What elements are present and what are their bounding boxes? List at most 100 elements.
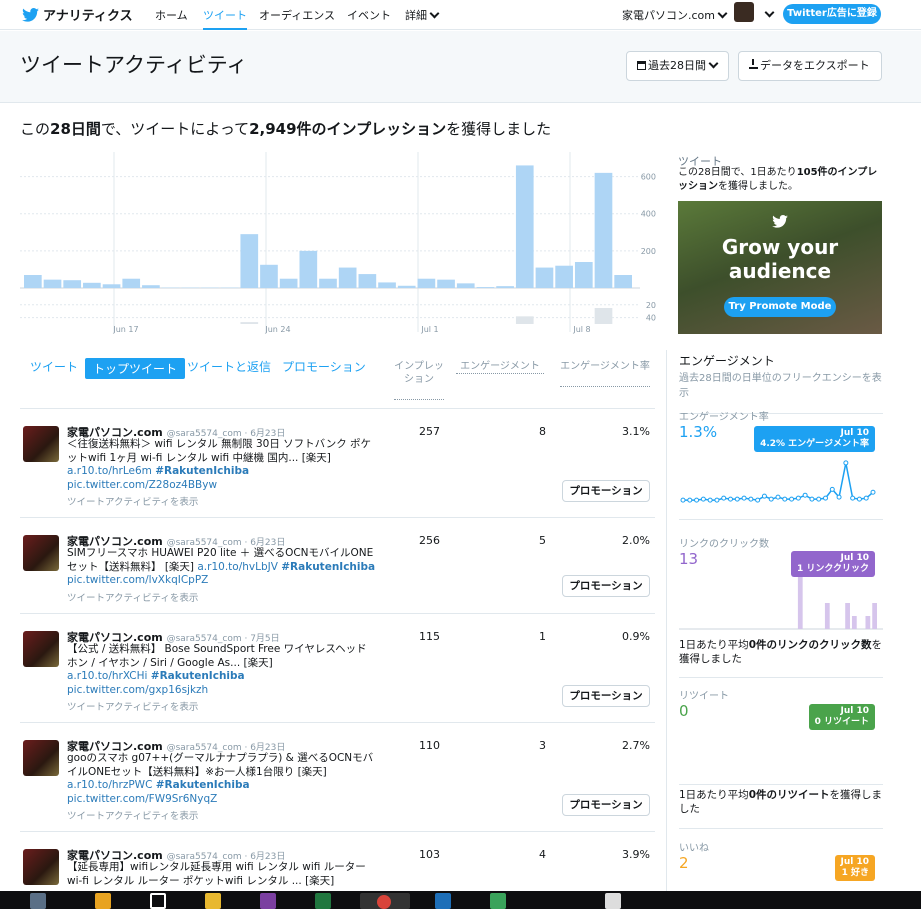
analytics-brand[interactable]: アナリティクス (22, 5, 133, 24)
tweet-hashtag[interactable]: #RakutenIchiba (156, 779, 250, 791)
summary-mid: で、ツイートによって (100, 120, 250, 138)
tweet-link[interactable]: a.r10.to/hrLe6m (67, 465, 152, 477)
nav-home[interactable]: ホーム (155, 7, 188, 23)
view-tweet-activity-link[interactable]: ツイートアクティビティを表示 (67, 590, 198, 604)
view-tweet-activity-link[interactable]: ツイートアクティビティを表示 (67, 699, 198, 713)
retweets-desc: 1日あたり平均0件のリツイートを獲得しました (679, 788, 883, 816)
promote-button[interactable]: プロモーション (562, 480, 650, 502)
account-switcher[interactable]: 家電パソコン.com (622, 7, 728, 23)
excel-icon[interactable] (315, 893, 331, 909)
tweet-hashtag[interactable]: #RakutenIchiba (155, 465, 249, 477)
app-icon[interactable] (30, 893, 46, 909)
engagement-rate-point (714, 497, 720, 503)
link-click-bar (797, 577, 803, 629)
nav-audience[interactable]: オーディエンス (259, 7, 335, 23)
likes-label: いいね (679, 843, 709, 854)
tweet-row[interactable]: 家電パソコン.com @sara5574_com · 6月23日 gooのスマホ… (20, 723, 655, 832)
engagement-rate-point (789, 496, 795, 502)
promote-button[interactable]: プロモーション (562, 794, 650, 816)
twitter-ads-signup-button[interactable]: Twitter広告に登録 (783, 4, 881, 24)
tweet-row[interactable]: 家電パソコン.com @sara5574_com · 6月23日 SIMフリース… (20, 518, 655, 614)
engagement-rate-point (748, 496, 754, 502)
impressions-bar (240, 234, 259, 288)
try-promote-mode-button[interactable]: Try Promote Mode (724, 297, 836, 317)
engagement-rate-label: エンゲージメント率 (679, 412, 769, 423)
app-icon[interactable] (95, 893, 111, 909)
tweet-hashtag[interactable]: #RakutenIchiba (151, 670, 245, 682)
user-avatar[interactable] (734, 2, 754, 22)
column-impressions[interactable]: インプレッション (394, 360, 444, 400)
onenote-icon[interactable] (260, 893, 276, 909)
link-click-bar (851, 616, 857, 629)
link-clicks-card[interactable]: リンクのクリック数 13 Jul 10 1 リンククリック (679, 535, 883, 635)
engagement-title: エンゲージメント (679, 354, 775, 368)
impressions-bar (456, 283, 475, 288)
app-icon[interactable] (605, 893, 621, 909)
promo-title: Grow your audience (678, 235, 882, 283)
app-icon[interactable] (490, 893, 506, 909)
view-tweet-activity-link[interactable]: ツイートアクティビティを表示 (67, 808, 198, 822)
tweet-hashtag[interactable]: #RakutenIchiba (281, 561, 375, 573)
tweet-engagements: 4 (539, 848, 546, 861)
tweet-link[interactable]: a.r10.to/hvLbJV (197, 561, 278, 573)
tab-promotions[interactable]: プロモーション (282, 358, 366, 375)
view-tweet-activity-link[interactable]: ツイートアクティビティを表示 (67, 494, 198, 508)
tab-tweets[interactable]: ツイート (30, 358, 78, 375)
engagement-rate-point (734, 496, 740, 502)
badge-text: 0 リツイート (814, 717, 869, 727)
tweet-pic-link[interactable]: pic.twitter.com/Z28oz4BByw (67, 479, 217, 491)
impressions-bar (122, 278, 141, 288)
retweets-tooltip: Jul 10 0 リツイート (808, 704, 875, 730)
tweet-text: SIMフリースマホ HUAWEI P20 lite ＋ 選べるOCNモバイルON… (67, 547, 377, 588)
impressions-bar (24, 275, 42, 288)
chevron-down-icon[interactable] (764, 7, 775, 18)
app-icon[interactable] (150, 893, 166, 909)
chrome-icon[interactable] (360, 893, 410, 909)
impressions-bar (574, 262, 593, 288)
nav-tweets[interactable]: ツイート (203, 7, 247, 30)
tweet-row[interactable]: 家電パソコン.com @sara5574_com · 7月5日 【公式 / 送料… (20, 614, 655, 723)
tweet-avatar[interactable] (23, 740, 59, 776)
impressions-bar (555, 265, 573, 288)
link-clicks-bars (679, 577, 883, 630)
nav-more[interactable]: 詳細 (405, 7, 440, 23)
tweet-link[interactable]: a.r10.to/hrzPWC (67, 779, 152, 791)
retweets-card[interactable]: リツイート 0 Jul 10 0 リツイート (679, 677, 883, 785)
engagement-rate-line (683, 462, 874, 501)
desc-pre: 1日あたり平均 (679, 639, 749, 651)
tab-tweets-and-replies[interactable]: ツイートと返信 (187, 358, 271, 375)
promote-button[interactable]: プロモーション (562, 685, 650, 707)
top-nav: アナリティクス ホーム ツイート オーディエンス イベント 詳細 家電パソコン.… (0, 0, 921, 30)
tweet-avatar[interactable] (23, 535, 59, 571)
folder-icon[interactable] (205, 893, 221, 909)
tweet-avatar[interactable] (23, 849, 59, 885)
x-tick-label: Jul 8 (572, 325, 590, 334)
promote-button[interactable]: プロモーション (562, 575, 650, 597)
tweet-engagement-rate: 0.9% (622, 630, 650, 643)
tweet-body: 【公式 / 送料無料】 Bose SoundSport Free ワイヤレスヘッ… (67, 643, 367, 669)
app-icon[interactable] (435, 893, 451, 909)
promote-mode-banner[interactable]: Grow your audience Try Promote Mode (678, 201, 882, 334)
tweet-pic-link[interactable]: pic.twitter.com/lvXkqICpPZ (67, 574, 208, 586)
page-header: ツイートアクティビティ 過去28日間 データをエクスポート (0, 31, 921, 103)
column-engagement-rate[interactable]: エンゲージメント率 (560, 360, 650, 387)
tweet-avatar[interactable] (23, 631, 59, 667)
period-dropdown[interactable]: 過去28日間 (626, 51, 729, 81)
nav-events[interactable]: イベント (347, 7, 391, 23)
tweet-avatar[interactable] (23, 426, 59, 462)
tweet-pic-link[interactable]: pic.twitter.com/gxp16sjkzh (67, 684, 208, 696)
tweet-body: gooのスマホ g07++(グーマルナナプラプラ) & 選べるOCNモバイルON… (67, 752, 374, 778)
tweet-link[interactable]: a.r10.to/hrXCHi (67, 670, 147, 682)
x-tick-label: Jun 17 (112, 325, 138, 334)
tweet-row[interactable]: 家電パソコン.com @sara5574_com · 6月23日 【延長専用】w… (20, 832, 655, 892)
column-engagements[interactable]: エンゲージメント (456, 360, 544, 374)
tab-top-tweets[interactable]: トップツイート (85, 358, 186, 379)
summary-post: を獲得しました (446, 120, 552, 138)
tweet-pic-link[interactable]: pic.twitter.com/FW9Sr6NyqZ (67, 793, 217, 805)
export-data-button[interactable]: データをエクスポート (738, 51, 882, 81)
side-tweet-post: を獲得しました。 (718, 181, 798, 192)
impressions-bar (279, 278, 298, 288)
likes-card[interactable]: いいね 2 Jul 10 1 好き (679, 828, 883, 888)
tweet-row[interactable]: 家電パソコン.com @sara5574_com · 6月23日 ＜往復送料無料… (20, 409, 655, 518)
engagement-rate-card[interactable]: エンゲージメント率 1.3% Jul 10 4.2% エンゲージメント率 (679, 408, 883, 520)
